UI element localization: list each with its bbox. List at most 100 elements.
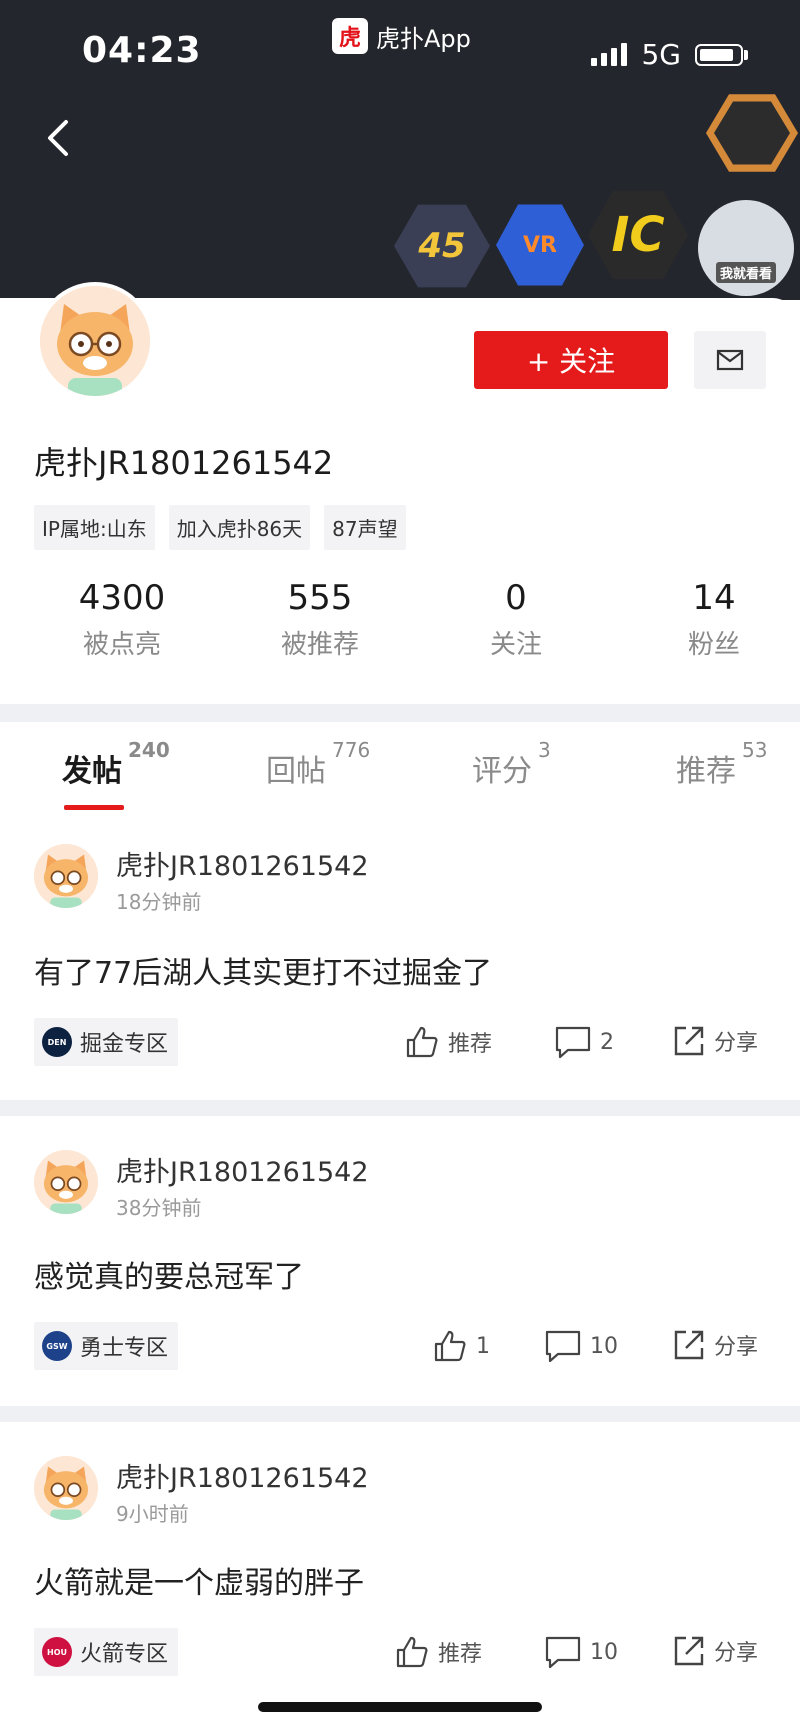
post-text[interactable]: 感觉真的要总冠军了 — [34, 1252, 304, 1296]
share-icon — [674, 1636, 704, 1666]
tab-ratings[interactable]: 评分 3 — [472, 738, 551, 790]
stat-following[interactable]: 0 关注 — [436, 578, 596, 661]
post-author[interactable]: 虎扑JR1801261542 — [116, 844, 369, 883]
tab-label: 评分 — [472, 754, 532, 789]
back-button[interactable] — [40, 118, 80, 158]
join-days-tag: 加入虎扑86天 — [168, 505, 311, 550]
tab-replies[interactable]: 回帖 776 — [266, 738, 370, 790]
section-divider — [0, 704, 800, 722]
status-indicators: 5G — [591, 38, 748, 71]
stat-label: 粉丝 — [687, 630, 740, 660]
reputation-tag: 87声望 — [324, 505, 406, 550]
status-time: 04:23 — [82, 30, 202, 71]
share-icon — [674, 1330, 704, 1360]
team-logo-icon: HOU — [42, 1637, 72, 1667]
cat-avatar-icon — [34, 1456, 98, 1520]
ip-location-tag: IP属地:山东 — [34, 505, 155, 550]
app-logo-icon: 虎 — [332, 18, 368, 54]
app-switch-indicator[interactable]: 虎 虎扑App — [332, 18, 471, 54]
stat-label: 关注 — [489, 630, 542, 660]
post-time: 38分钟前 — [116, 1196, 202, 1220]
stat-label: 被推荐 — [280, 630, 359, 660]
share-button[interactable]: 分享 — [672, 1024, 758, 1058]
list-item[interactable]: 虎扑JR1801261542 38分钟前 感觉真的要总冠军了 GSW 勇士专区 … — [0, 1116, 800, 1406]
recommend-button[interactable]: 推荐 — [404, 1024, 492, 1060]
signal-icon — [591, 43, 628, 66]
active-tab-indicator — [64, 805, 124, 810]
avatar[interactable] — [34, 1150, 98, 1214]
list-item[interactable]: 虎扑JR1801261542 9小时前 火箭就是一个虚弱的胖子 HOU 火箭专区… — [0, 1422, 800, 1722]
share-icon — [674, 1026, 704, 1056]
mail-icon — [716, 349, 744, 371]
zone-tag[interactable]: DEN 掘金专区 — [34, 1018, 179, 1066]
zone-label: 火箭专区 — [80, 1642, 169, 1667]
zone-tag[interactable]: HOU 火箭专区 — [34, 1628, 179, 1676]
tab-count: 776 — [332, 738, 371, 762]
team-logo-icon: DEN — [42, 1027, 72, 1057]
badge-watch: 我就看看 — [698, 200, 794, 296]
avatar[interactable] — [34, 1456, 98, 1520]
list-item[interactable]: 虎扑JR1801261542 18分钟前 有了77后湖人其实更打不过掘金了 DE… — [0, 814, 800, 1100]
thumbs-up-icon — [396, 1636, 428, 1668]
zone-label: 勇士专区 — [80, 1336, 169, 1361]
tab-count: 3 — [538, 738, 551, 762]
post-author[interactable]: 虎扑JR1801261542 — [116, 1456, 369, 1495]
stat-value: 4300 — [78, 578, 166, 618]
avatar[interactable] — [34, 844, 98, 908]
team-logo-icon: GSW — [42, 1331, 72, 1361]
thumbs-up-icon — [406, 1026, 438, 1058]
cat-avatar-icon — [34, 1150, 98, 1214]
message-button[interactable] — [694, 331, 766, 389]
tab-label: 发帖 — [62, 754, 122, 789]
badge-r — [706, 94, 798, 172]
comment-button[interactable]: 10 — [544, 1634, 618, 1670]
stat-lit[interactable]: 4300 被点亮 — [42, 578, 202, 661]
tab-label: 回帖 — [266, 754, 326, 789]
recommend-button[interactable]: 推荐 — [394, 1634, 482, 1670]
tab-posts[interactable]: 发帖 240 — [62, 738, 170, 790]
stat-value: 0 — [505, 578, 527, 618]
post-divider — [0, 1100, 800, 1116]
tab-label: 推荐 — [676, 754, 736, 789]
stat-value: 555 — [287, 578, 353, 618]
stat-fans[interactable]: 14 粉丝 — [634, 578, 794, 661]
stat-recommended[interactable]: 555 被推荐 — [240, 578, 400, 661]
post-time: 18分钟前 — [116, 890, 202, 914]
post-text[interactable]: 有了77后湖人其实更打不过掘金了 — [34, 948, 492, 992]
battery-icon — [695, 43, 748, 66]
badge-ic: IC — [588, 190, 688, 280]
app-name: 虎扑App — [376, 24, 471, 53]
badge-collection[interactable]: 45 VR IC 我就看看 — [380, 90, 800, 300]
post-divider — [0, 1406, 800, 1422]
comment-icon — [555, 1026, 591, 1059]
comment-icon — [545, 1330, 581, 1363]
post-text[interactable]: 火箭就是一个虚弱的胖子 — [34, 1558, 364, 1602]
tab-count: 240 — [128, 738, 170, 762]
home-indicator[interactable] — [258, 1702, 542, 1712]
follow-button-label: + 关注 — [526, 345, 616, 378]
cat-avatar-icon — [40, 286, 150, 396]
comment-icon — [545, 1636, 581, 1669]
tab-count: 53 — [742, 738, 768, 762]
share-button[interactable]: 分享 — [672, 1328, 758, 1362]
stat-value: 14 — [692, 578, 736, 618]
cat-avatar-icon — [34, 844, 98, 908]
post-author[interactable]: 虎扑JR1801261542 — [116, 1150, 369, 1189]
tab-recommended[interactable]: 推荐 53 — [676, 738, 767, 790]
follow-button[interactable]: + 关注 — [474, 331, 668, 389]
comment-button[interactable]: 10 — [544, 1328, 618, 1364]
zone-tag[interactable]: GSW 勇士专区 — [34, 1322, 179, 1370]
profile-username: 虎扑JR1801261542 — [34, 444, 334, 482]
post-time: 9小时前 — [116, 1502, 189, 1526]
profile-tags: IP属地:山东 加入虎扑86天 87声望 — [34, 505, 406, 550]
comment-button[interactable]: 2 — [554, 1024, 614, 1060]
zone-label: 掘金专区 — [80, 1032, 169, 1057]
profile-header: 04:23 虎 虎扑App 5G 45 VR IC 我就看看 — [0, 0, 800, 300]
avatar[interactable] — [36, 282, 154, 400]
chevron-left-icon — [48, 120, 68, 156]
share-button[interactable]: 分享 — [672, 1634, 758, 1668]
like-button[interactable]: 1 — [432, 1328, 490, 1364]
thumbs-up-icon — [434, 1330, 466, 1362]
badge-45: 45 — [394, 204, 490, 288]
network-label: 5G — [641, 38, 681, 71]
